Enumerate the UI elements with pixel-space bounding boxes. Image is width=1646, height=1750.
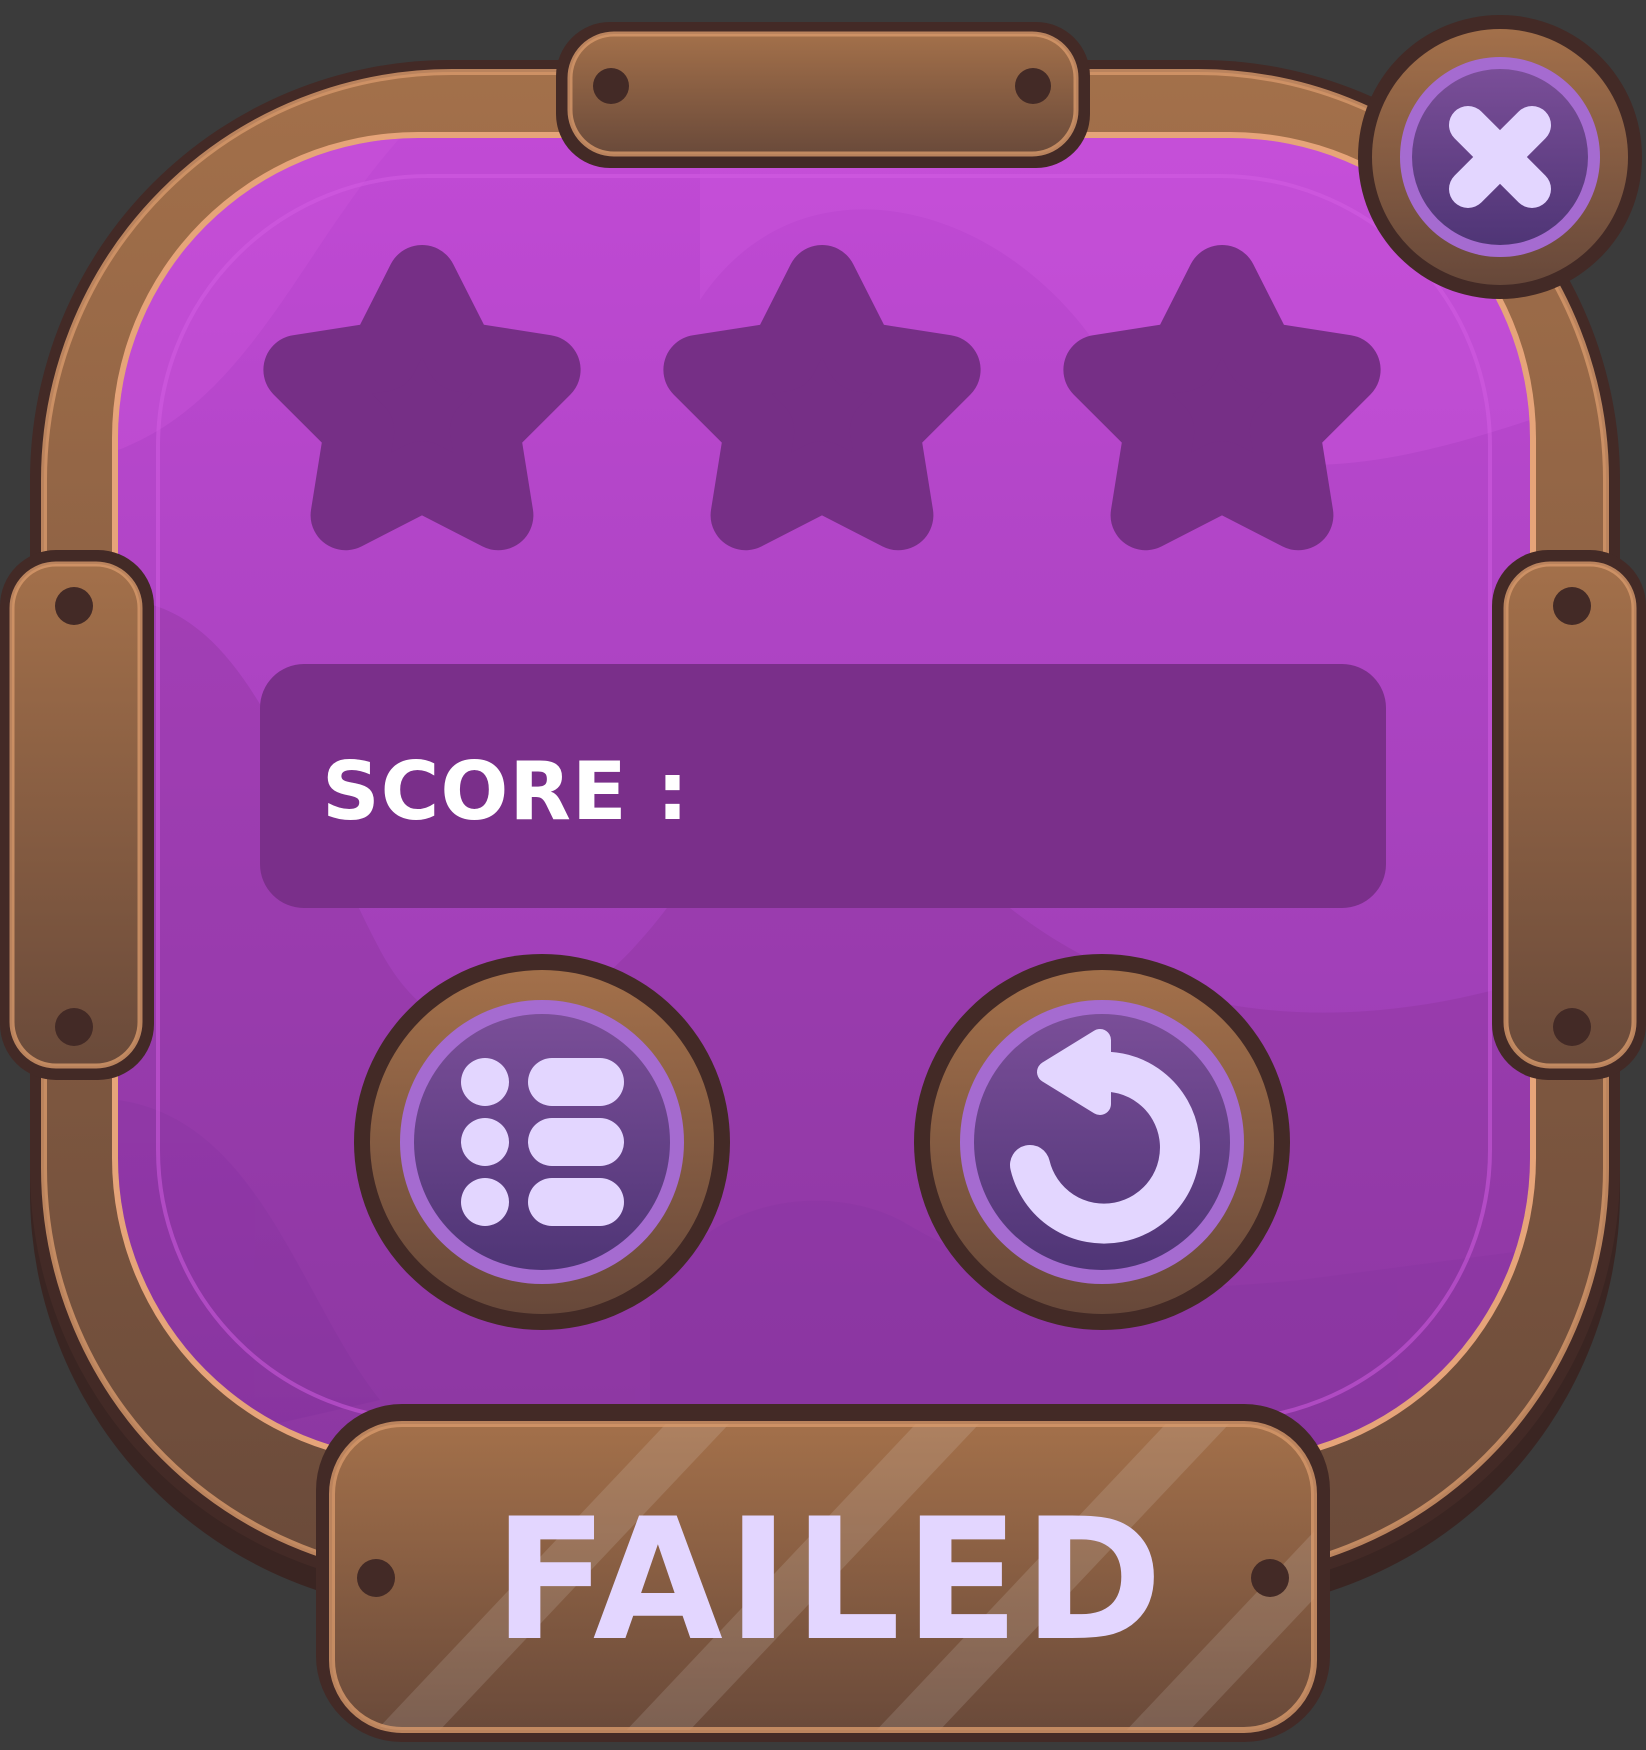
right-wood-strap — [1492, 550, 1646, 1080]
dialog-artwork — [0, 15, 1646, 1742]
top-wood-strap — [556, 22, 1090, 168]
left-wood-strap — [0, 550, 154, 1080]
close-icon — [1449, 106, 1551, 208]
restart-button[interactable] — [914, 954, 1290, 1330]
level-list-icon — [461, 1058, 624, 1226]
close-button[interactable] — [1358, 15, 1642, 299]
result-plaque — [316, 1404, 1330, 1742]
score-box — [260, 664, 1386, 908]
level-failed-dialog: SCORE : FAILED — [0, 0, 1646, 1750]
level-list-button[interactable] — [354, 954, 730, 1330]
star-rating — [263, 245, 1381, 551]
